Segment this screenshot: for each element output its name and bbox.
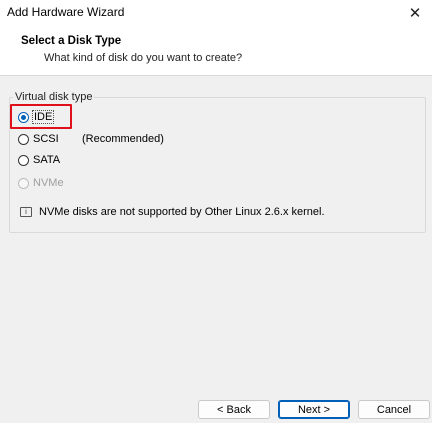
wizard-header: Select a Disk Type What kind of disk do … <box>0 26 432 76</box>
close-icon: ✕ <box>408 5 422 22</box>
radio-sata-label[interactable]: SATA <box>33 154 60 166</box>
back-button[interactable]: < Back <box>198 400 270 419</box>
radio-nvme-button <box>18 177 29 189</box>
page-title: Select a Disk Type <box>21 35 122 47</box>
close-button[interactable]: ✕ <box>398 0 432 26</box>
radio-sata[interactable]: SATA <box>18 152 60 168</box>
scsi-recommended-note: (Recommended) <box>82 133 164 145</box>
radio-nvme: NVMe <box>18 175 64 191</box>
cancel-button[interactable]: Cancel <box>358 400 430 419</box>
ide-highlight-box <box>10 104 72 129</box>
page-subtitle: What kind of disk do you want to create? <box>44 52 243 64</box>
radio-nvme-label: NVMe <box>33 177 64 189</box>
title-bar: Add Hardware Wizard ✕ <box>0 0 432 26</box>
disk-type-group-legend: Virtual disk type <box>13 91 95 103</box>
info-icon: i <box>20 207 32 217</box>
radio-sata-button[interactable] <box>18 154 29 166</box>
window-title: Add Hardware Wizard <box>7 5 125 19</box>
radio-scsi[interactable]: SCSI <box>18 131 59 147</box>
next-button[interactable]: Next > <box>278 400 350 419</box>
nvme-info-text: NVMe disks are not supported by Other Li… <box>39 206 325 218</box>
radio-scsi-button[interactable] <box>18 133 29 145</box>
radio-scsi-label[interactable]: SCSI <box>33 133 59 145</box>
